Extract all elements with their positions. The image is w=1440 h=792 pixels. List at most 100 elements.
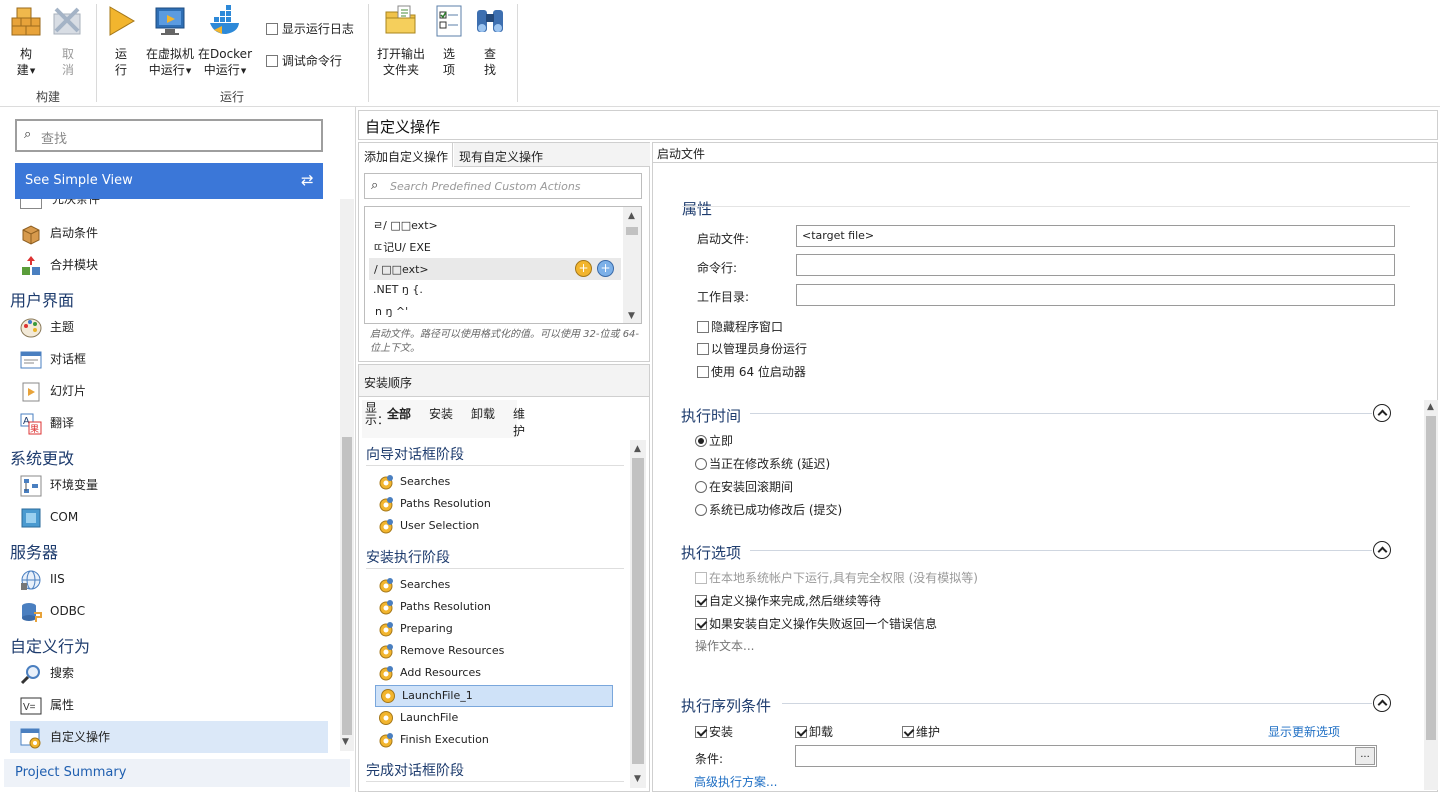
nav-search-input[interactable]: ⌕ 查找 [15,119,323,152]
wait-completion-checkbox[interactable]: 自定义操作来完成,然后继续等待 [695,592,881,609]
checkbox-icon[interactable] [695,618,707,630]
open-output-folder-button[interactable]: 打开输出 文件夹 [374,4,428,78]
checkbox-icon[interactable] [902,726,914,738]
run-local-system-checkbox[interactable]: 在本地系统帐户下运行,具有完全权限 (没有模拟等) [695,569,978,586]
collapse-icon[interactable] [1373,404,1391,422]
sequence-item-launchfile-1[interactable]: LaunchFile_1 [380,685,473,707]
nav-item-properties[interactable]: V= 属性 [20,691,74,719]
condition-install-checkbox[interactable]: 安装 [695,723,733,740]
condition-maintenance-checkbox[interactable]: 维护 [902,723,940,740]
sequence-item[interactable]: Searches [378,471,450,493]
sequence-item[interactable]: User Selection [378,515,479,537]
filter-install[interactable]: 安装 [429,405,453,422]
working-dir-input[interactable] [796,284,1395,306]
predefined-action-item[interactable]: ㄸ记U/ EXE [373,239,431,255]
radio-icon[interactable] [695,435,707,447]
filter-all[interactable]: 全部 [387,405,411,422]
filter-maintenance[interactable]: 维护 [513,405,525,439]
checkbox-icon[interactable] [697,366,709,378]
scroll-down-icon[interactable]: ▼ [628,311,635,321]
checkbox-icon[interactable] [695,595,707,607]
checkbox-icon[interactable] [697,321,709,333]
radio-icon[interactable] [695,458,707,470]
predefined-action-item[interactable]: n ŋ ^' [375,305,408,318]
nav-item-translations[interactable]: A 果翻译 [20,409,74,437]
dropdown-arrow-icon[interactable]: ▼ [186,67,191,75]
nav-item-merge-modules[interactable]: 合并模块 [20,251,98,279]
use-64-launcher-checkbox[interactable]: 使用 64 位启动器 [697,363,806,380]
sequence-item[interactable]: LaunchFile [378,707,458,729]
debug-cmd-checkbox[interactable]: 调试命令行 [266,52,342,69]
command-line-input[interactable] [796,254,1395,276]
filter-uninstall[interactable]: 卸载 [471,405,495,422]
collapse-icon[interactable] [1373,694,1391,712]
nav-item-custom-actions[interactable]: 自定义操作 [20,723,110,751]
hide-window-checkbox[interactable]: 隐藏程序窗口 [697,318,783,335]
radio-rollback[interactable]: 在安装回滚期间 [695,478,793,495]
project-summary-bar[interactable]: Project Summary [4,759,350,787]
collapse-icon[interactable] [1373,541,1391,559]
sequence-item[interactable]: Remove Resources [378,640,504,662]
checkbox-icon[interactable] [695,572,707,584]
run-as-admin-checkbox[interactable]: 以管理员身份运行 [697,340,807,357]
sequence-item[interactable]: Add Resources [378,662,481,684]
nav-item-slideshow[interactable]: 幻灯片 [20,377,86,405]
run-in-docker-button[interactable]: 在Docker 中运行▼ [197,4,253,79]
launch-file-input[interactable]: <target file> [796,225,1395,247]
predefined-action-item[interactable]: ㄹ/ □□ext> [373,217,438,233]
tab-existing-custom-action[interactable]: 现有自定义操作 [454,143,650,167]
show-log-checkbox[interactable]: 显示运行日志 [266,20,354,37]
add-action-icon[interactable]: + [575,260,592,277]
run-in-vm-button[interactable]: 在虚拟机 中运行▼ [143,4,197,79]
see-simple-view-button[interactable]: See Simple View ⇄ [15,163,323,199]
dropdown-arrow-icon[interactable]: ▼ [241,67,246,75]
radio-icon[interactable] [695,481,707,493]
advanced-execution-link[interactable]: 高级执行方案... [694,773,777,790]
sequence-scroll-thumb[interactable] [632,458,644,764]
condition-browse-button[interactable]: ... [1355,747,1375,765]
scroll-up-icon[interactable]: ▲ [634,444,641,454]
nav-item-prerequisites[interactable]: 先决条件 [20,199,320,209]
dropdown-arrow-icon[interactable]: ▼ [30,67,35,75]
predefined-scroll-thumb[interactable] [626,227,638,235]
run-button[interactable]: 运 行 [104,4,138,78]
radio-icon[interactable] [695,504,707,516]
checkbox-icon[interactable] [695,726,707,738]
action-text-link[interactable]: 操作文本... [695,637,754,654]
nav-item-environment-variables[interactable]: 环境变量 [20,471,98,499]
sequence-item[interactable]: Paths Resolution [378,493,491,515]
radio-commit[interactable]: 系统已成功修改后 (提交) [695,501,842,518]
add-action-with-sequence-icon[interactable]: + [597,260,614,277]
predefined-action-item-selected[interactable]: / □□ext> + + [369,258,621,280]
scroll-down-icon[interactable]: ▼ [342,737,349,747]
predefined-search-input[interactable]: ⌕ Search Predefined Custom Actions [364,173,642,199]
radio-immediate[interactable]: 立即 [695,432,733,449]
nav-item-odbc[interactable]: ODBC [20,597,85,625]
nav-item-iis[interactable]: IIS [20,565,65,593]
scroll-up-icon[interactable]: ▲ [628,211,635,221]
checkbox-icon[interactable] [795,726,807,738]
build-button[interactable]: 构 建▼ [6,4,46,79]
predefined-action-item[interactable]: .NET ŋ {. [373,283,423,296]
scroll-up-icon[interactable]: ▲ [1427,402,1434,412]
sequence-item[interactable]: Preparing [378,618,453,640]
nav-scrollbar-thumb[interactable] [342,437,352,735]
condition-uninstall-checkbox[interactable]: 卸载 [795,723,833,740]
tab-add-custom-action[interactable]: 添加自定义操作 [359,143,453,167]
nav-item-search[interactable]: 搜索 [20,659,74,687]
nav-item-dialogs[interactable]: 对话框 [20,345,86,373]
checkbox-icon[interactable] [266,55,278,67]
condition-input[interactable] [795,745,1377,767]
sequence-item[interactable]: Finish Execution [378,729,489,751]
predefined-list-scrollbar[interactable] [623,207,641,323]
sequence-item[interactable]: Searches [378,574,450,596]
checkbox-icon[interactable] [697,343,709,355]
find-button[interactable]: 查 找 [473,4,507,78]
scroll-down-icon[interactable]: ▼ [634,774,641,784]
options-button[interactable]: 选 项 [432,4,466,78]
nav-item-launch-conditions[interactable]: 启动条件 [20,219,98,247]
show-update-options-link[interactable]: 显示更新选项 [1268,723,1340,740]
sequence-item[interactable]: Paths Resolution [378,596,491,618]
checkbox-icon[interactable] [266,23,278,35]
radio-deferred[interactable]: 当正在修改系统 (延迟) [695,455,830,472]
